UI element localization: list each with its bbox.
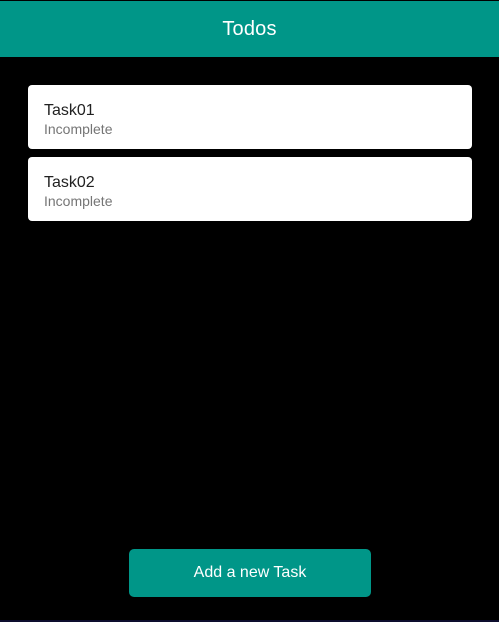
app-bar: Todos	[0, 1, 499, 57]
task-title: Task01	[44, 102, 95, 119]
app-screen: Todos Task01 Incomplete Task02 Incomplet…	[0, 0, 499, 622]
add-task-button[interactable]: Add a new Task	[129, 549, 371, 597]
task-list: Task01 Incomplete Task02 Incomplete	[28, 85, 472, 229]
task-status: Incomplete	[44, 121, 113, 137]
task-title: Task02	[44, 174, 95, 191]
page-title: Todos	[222, 17, 277, 40]
task-status: Incomplete	[44, 193, 113, 209]
task-card[interactable]: Task02 Incomplete	[28, 157, 472, 221]
task-card[interactable]: Task01 Incomplete	[28, 85, 472, 149]
